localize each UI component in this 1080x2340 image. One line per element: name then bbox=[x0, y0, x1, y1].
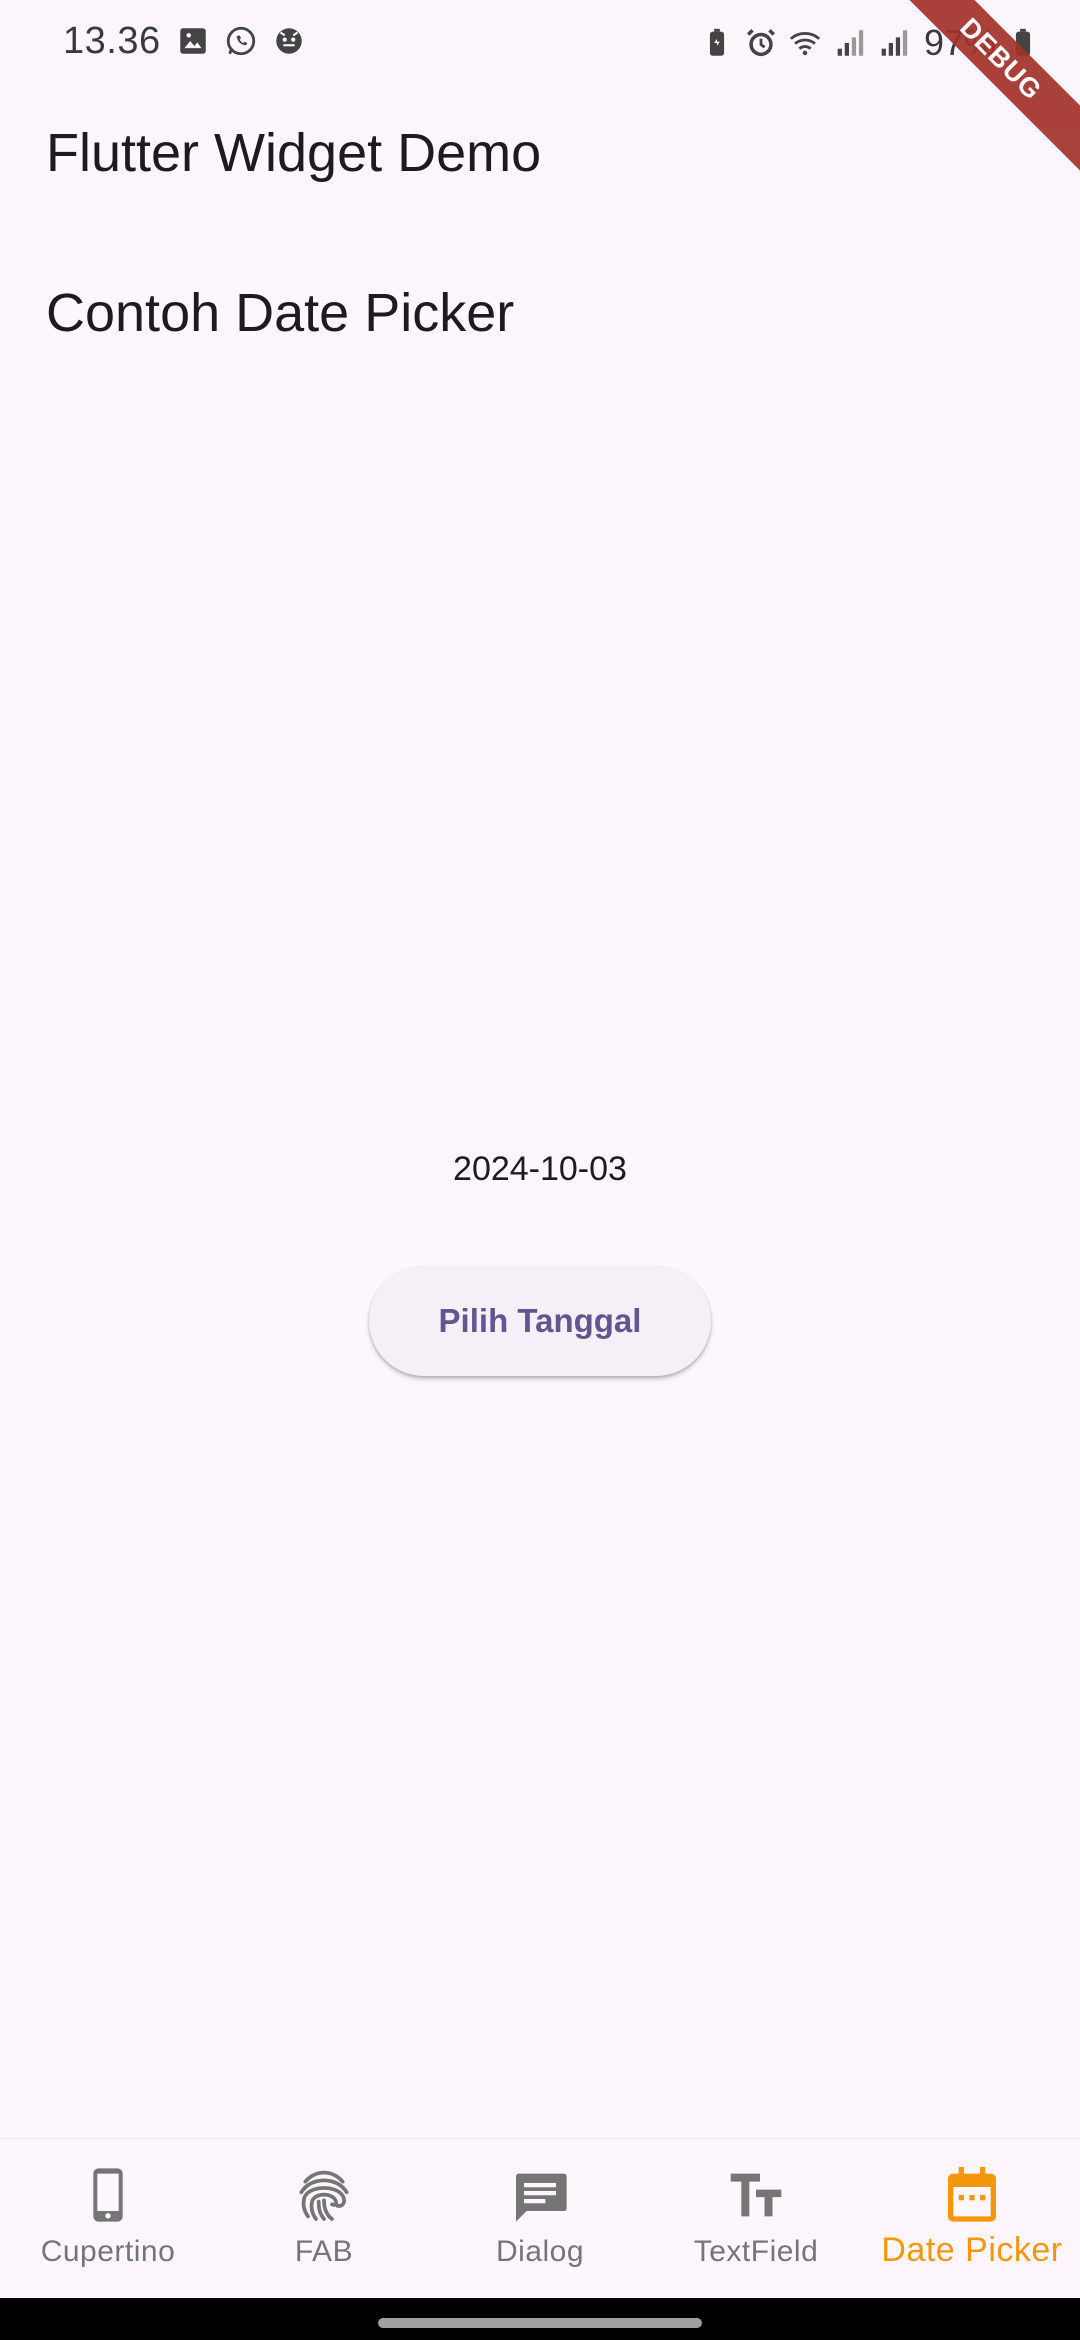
screen: 13.36 97% DEBUG Flutter Widget Demo Cont… bbox=[0, 0, 1080, 2340]
selected-date-text: 2024-10-03 bbox=[453, 1150, 627, 1188]
status-time: 13.36 bbox=[63, 20, 161, 62]
nav-label: FAB bbox=[294, 2235, 354, 2268]
nav-label: Cupertino bbox=[40, 2235, 176, 2268]
text-fields-icon bbox=[730, 2173, 782, 2217]
pick-date-button[interactable]: Pilih Tanggal bbox=[369, 1266, 711, 1376]
gesture-handle[interactable] bbox=[378, 2318, 702, 2328]
app-bar-title: Flutter Widget Demo bbox=[46, 123, 542, 183]
status-left-icons bbox=[176, 24, 306, 58]
message-icon bbox=[516, 2173, 567, 2222]
nav-item-dialog[interactable]: Dialog bbox=[432, 2139, 648, 2298]
fingerprint-icon bbox=[299, 2170, 349, 2221]
calendar-icon bbox=[948, 2167, 996, 2222]
battery-saver-icon bbox=[709, 28, 725, 56]
nav-label: Date Picker bbox=[881, 2231, 1063, 2269]
nav-item-date-picker[interactable]: Date Picker bbox=[864, 2139, 1080, 2298]
nav-item-cupertino[interactable]: Cupertino bbox=[0, 2139, 216, 2298]
app-icon bbox=[276, 28, 302, 54]
signal-icon bbox=[881, 30, 908, 56]
nav-label: TextField bbox=[693, 2235, 819, 2268]
phone-icon bbox=[93, 2168, 123, 2222]
whatsapp-icon bbox=[226, 26, 256, 56]
page-heading: Contoh Date Picker bbox=[46, 283, 515, 343]
nav-label: Dialog bbox=[495, 2235, 585, 2268]
alarm-icon bbox=[746, 28, 775, 57]
system-navigation-bar bbox=[0, 2298, 1080, 2340]
bottom-navigation-bar: Cupertino FAB Dialog TextField Date Pick… bbox=[0, 2138, 1080, 2298]
wifi-icon bbox=[789, 32, 821, 56]
nav-item-fab[interactable]: FAB bbox=[216, 2139, 432, 2298]
status-bar: 13.36 97% bbox=[0, 0, 1080, 90]
nav-item-textfield[interactable]: TextField bbox=[648, 2139, 864, 2298]
signal-icon bbox=[837, 30, 864, 56]
gallery-icon bbox=[180, 28, 206, 54]
